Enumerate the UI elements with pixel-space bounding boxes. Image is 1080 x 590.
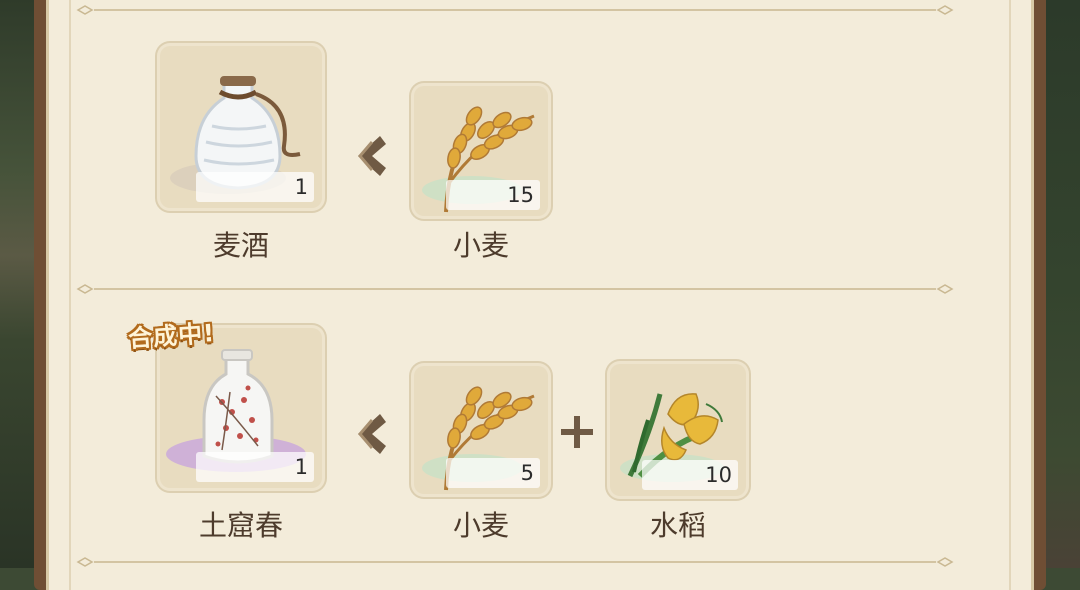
divider-top xyxy=(76,4,954,16)
recipe-output-name: 麦酒 xyxy=(212,229,269,262)
divider-ornament-icon xyxy=(76,5,94,15)
plus-icon xyxy=(561,416,593,448)
ingredient-slot[interactable]: 10 xyxy=(610,364,746,496)
ingredient-slot[interactable]: 5 xyxy=(414,366,548,494)
item-count: 1 xyxy=(196,452,314,482)
ingredient-slot[interactable]: 15 xyxy=(414,86,548,216)
ingredient-name: 水稻 xyxy=(649,509,706,542)
divider-bottom xyxy=(76,556,954,568)
chevron-left-icon xyxy=(358,136,386,176)
item-count: 1 xyxy=(196,172,314,202)
divider-ornament-icon xyxy=(936,284,954,294)
ingredient-name: 小麦 xyxy=(452,229,509,262)
chevron-left-icon xyxy=(358,414,386,454)
item-count: 15 xyxy=(446,180,540,210)
ingredient-name: 小麦 xyxy=(452,509,509,542)
crafting-status-badge: 合成中! xyxy=(127,318,216,353)
item-count: 10 xyxy=(642,460,738,490)
divider-middle xyxy=(76,283,954,295)
divider-ornament-icon xyxy=(76,557,94,567)
recipe-output-slot-crafting[interactable]: 1 xyxy=(160,328,322,488)
divider-ornament-icon xyxy=(936,557,954,567)
item-count: 5 xyxy=(446,458,540,488)
divider-ornament-icon xyxy=(76,284,94,294)
recipe-output-name: 土窟春 xyxy=(198,509,283,542)
divider-ornament-icon xyxy=(936,5,954,15)
recipe-output-slot[interactable]: 1 xyxy=(160,46,322,208)
